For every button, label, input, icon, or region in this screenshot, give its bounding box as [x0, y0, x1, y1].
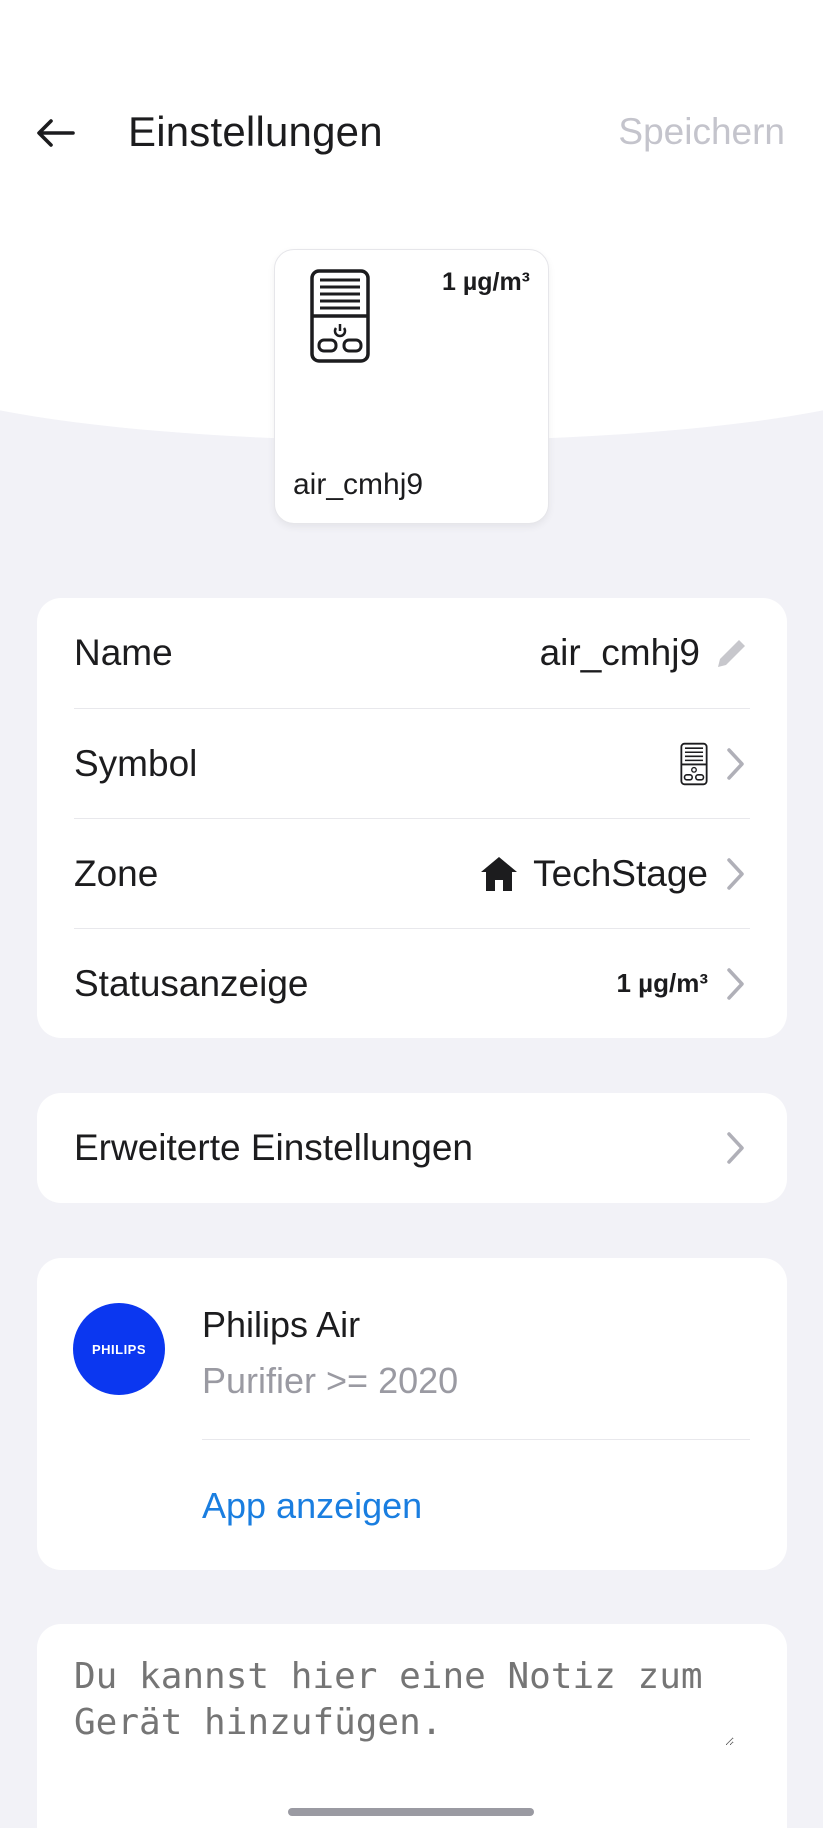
app-card: PHILIPS Philips Air Purifier >= 2020 App… [37, 1258, 787, 1570]
note-card [37, 1624, 787, 1828]
app-header: Einstellungen Speichern [0, 0, 823, 190]
save-button[interactable]: Speichern [618, 111, 785, 153]
chevron-right-icon [722, 964, 750, 1004]
app-subtitle: Purifier >= 2020 [202, 1360, 459, 1401]
advanced-settings-card: Erweiterte Einstellungen [37, 1093, 787, 1203]
back-button[interactable] [30, 108, 80, 158]
settings-card: Name air_cmhj9 Symbol Zone TechStage Sta… [37, 598, 787, 1038]
page-title: Einstellungen [128, 108, 383, 155]
screen: Einstellungen Speichern 1 µg/m³ air_cmhj… [0, 0, 823, 1828]
status-display-value: 1 µg/m³ [616, 968, 708, 998]
home-indicator[interactable] [288, 1808, 534, 1816]
zone-value-group: TechStage [479, 853, 750, 895]
symbol-row[interactable]: Symbol [74, 708, 750, 818]
pencil-icon[interactable] [714, 635, 750, 671]
name-row[interactable]: Name air_cmhj9 [74, 598, 750, 708]
air-purifier-icon [680, 742, 708, 785]
zone-value: TechStage [533, 852, 708, 894]
status-display-value-group: 1 µg/m³ [616, 964, 750, 1004]
zone-label: Zone [74, 852, 159, 894]
status-display-row[interactable]: Statusanzeige 1 µg/m³ [74, 928, 750, 1038]
zone-row[interactable]: Zone TechStage [74, 818, 750, 928]
philips-logo: PHILIPS [73, 1303, 165, 1395]
chevron-right-icon [722, 1128, 750, 1168]
tile-device-name: air_cmhj9 [293, 468, 424, 501]
home-icon [481, 856, 518, 891]
symbol-value-group [680, 742, 750, 786]
app-title: Philips Air [202, 1304, 361, 1345]
show-app-link[interactable]: App anzeigen [202, 1485, 422, 1527]
status-display-label: Statusanzeige [74, 962, 309, 1004]
chevron-right-icon [722, 854, 750, 894]
chevron-right-icon [722, 744, 750, 784]
name-value-group: air_cmhj9 [540, 632, 750, 674]
name-label: Name [74, 632, 173, 673]
symbol-label: Symbol [74, 742, 198, 784]
divider [202, 1439, 750, 1440]
arrow-left-icon [37, 119, 75, 147]
air-purifier-icon [310, 269, 370, 363]
tile-status-value: 1 µg/m³ [441, 268, 530, 296]
advanced-settings-label: Erweiterte Einstellungen [74, 1127, 473, 1168]
advanced-settings-row[interactable]: Erweiterte Einstellungen [74, 1093, 750, 1203]
note-input[interactable] [74, 1654, 734, 1746]
device-tile[interactable]: 1 µg/m³ air_cmhj9 [274, 249, 549, 524]
name-value: air_cmhj9 [539, 632, 700, 673]
